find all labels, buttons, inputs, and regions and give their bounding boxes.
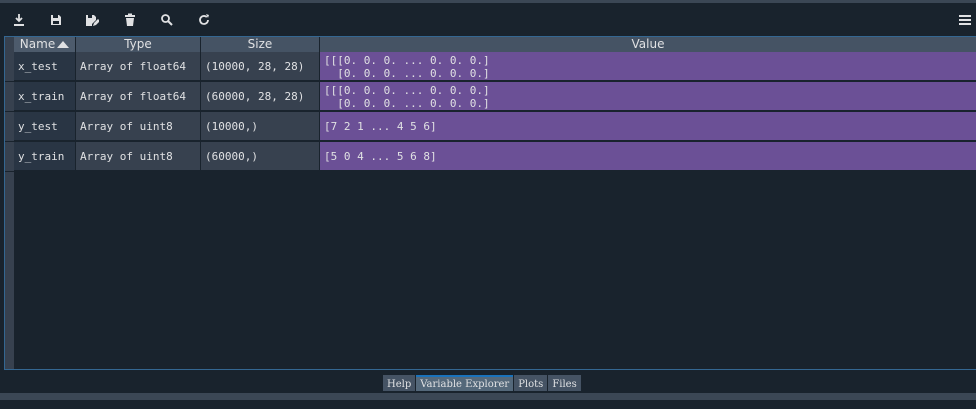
- search-button[interactable]: [158, 11, 176, 29]
- import-data-button[interactable]: [10, 11, 28, 29]
- cell-size[interactable]: (10000, 28, 28): [201, 52, 320, 81]
- column-header-label: Type: [124, 37, 152, 51]
- sort-ascending-icon: [57, 41, 70, 48]
- refresh-icon: [199, 14, 209, 25]
- tab-plots[interactable]: Plots: [514, 375, 548, 391]
- column-header-label: Name: [19, 37, 56, 51]
- search-icon: [161, 14, 173, 26]
- cell-size[interactable]: (60000,): [201, 142, 320, 171]
- cell-name[interactable]: y_test: [14, 112, 76, 141]
- row-header[interactable]: [5, 52, 14, 82]
- column-header-name[interactable]: Name: [14, 37, 76, 52]
- cell-value[interactable]: [[[0. 0. 0. ... 0. 0. 0.] [0. 0. 0. ... …: [320, 82, 976, 111]
- row-header[interactable]: [5, 112, 14, 142]
- cell-size[interactable]: (10000,): [201, 112, 320, 141]
- column-header-label: Size: [247, 37, 273, 51]
- column-header-type[interactable]: Type: [76, 37, 201, 52]
- save-data-button[interactable]: [47, 11, 65, 29]
- cell-name[interactable]: x_train: [14, 82, 76, 111]
- row-header[interactable]: [5, 82, 14, 112]
- cell-type[interactable]: Array of uint8: [76, 112, 201, 141]
- row-header[interactable]: [5, 142, 14, 172]
- save-icon: [51, 15, 61, 25]
- refresh-button[interactable]: [195, 11, 213, 29]
- options-menu-button[interactable]: [958, 11, 972, 27]
- cell-name[interactable]: y_train: [14, 142, 76, 171]
- vertical-header: [5, 37, 14, 369]
- cell-size[interactable]: (60000, 28, 28): [201, 82, 320, 111]
- save-as-icon: [86, 15, 99, 26]
- cell-value[interactable]: [[[0. 0. 0. ... 0. 0. 0.] [0. 0. 0. ... …: [320, 52, 976, 81]
- column-header-label: Value: [631, 37, 665, 51]
- trash-icon: [125, 13, 135, 26]
- cell-type[interactable]: Array of uint8: [76, 142, 201, 171]
- cell-value[interactable]: [5 0 4 ... 5 6 8]: [320, 142, 976, 171]
- cell-value[interactable]: [7 2 1 ... 4 5 6]: [320, 112, 976, 141]
- save-data-as-button[interactable]: [83, 11, 101, 29]
- pane-tab-bar: Help Variable Explorer Plots Files: [383, 375, 582, 391]
- tab-files[interactable]: Files: [548, 375, 581, 391]
- cell-type[interactable]: Array of float64: [76, 52, 201, 81]
- variable-table: Name Type Size Value x_test Array of flo…: [4, 36, 976, 370]
- column-header-value[interactable]: Value: [320, 37, 976, 52]
- tab-variable-explorer[interactable]: Variable Explorer: [416, 375, 514, 391]
- cell-name[interactable]: x_test: [14, 52, 76, 81]
- tab-help[interactable]: Help: [383, 375, 416, 391]
- column-header-size[interactable]: Size: [201, 37, 320, 52]
- download-icon: [14, 14, 24, 26]
- pane-splitter[interactable]: [0, 393, 976, 400]
- hamburger-menu-icon: [959, 15, 971, 25]
- remove-all-variables-button[interactable]: [121, 11, 139, 29]
- cell-type[interactable]: Array of float64: [76, 82, 201, 111]
- variable-explorer-toolbar: [0, 3, 976, 36]
